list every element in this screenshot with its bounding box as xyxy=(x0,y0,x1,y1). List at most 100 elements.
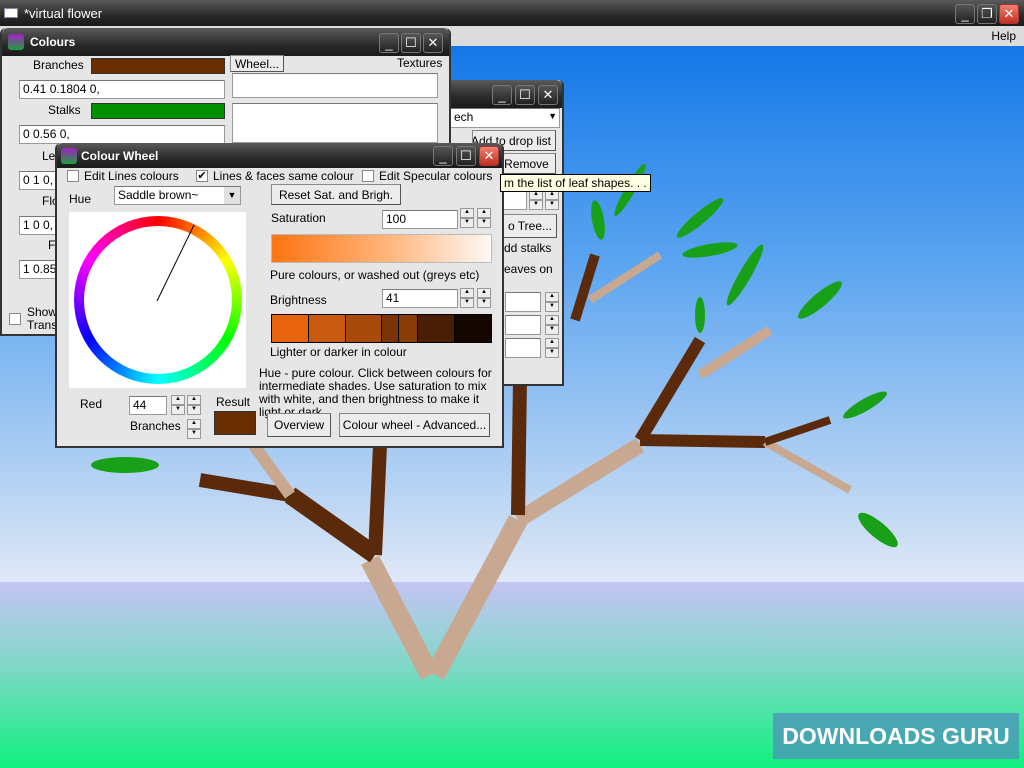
edit-specular-label: Edit Specular colours xyxy=(379,169,493,183)
main-close-button[interactable]: ✕ xyxy=(999,4,1019,24)
brightness-swatch[interactable] xyxy=(455,315,491,342)
branch xyxy=(511,379,527,516)
edit-lines-checkbox[interactable] xyxy=(67,170,79,182)
branches-value-field[interactable]: 0.41 0.1804 0, xyxy=(19,80,225,99)
app-icon xyxy=(4,8,18,18)
colour-wheel-advanced-button[interactable]: Colour wheel - Advanced... xyxy=(339,413,490,437)
leaf xyxy=(858,512,898,548)
tree-button[interactable]: o Tree... xyxy=(503,214,557,238)
branch xyxy=(587,251,663,304)
leaf-spin-4[interactable]: ▲ ▼ xyxy=(545,315,559,335)
chevron-down-icon: ▼ xyxy=(224,187,240,204)
wheel-maximize-button[interactable]: ☐ xyxy=(456,146,476,166)
stalks-value-field[interactable]: 0 0.56 0, xyxy=(19,125,225,144)
leaf xyxy=(676,198,724,238)
show-transparent-checkbox[interactable] xyxy=(9,313,21,325)
branch xyxy=(570,253,600,322)
edit-specular-checkbox[interactable] xyxy=(362,170,374,182)
textures-label: Textures xyxy=(397,56,443,70)
brightness-swatch[interactable] xyxy=(345,315,382,342)
overview-button[interactable]: Overview xyxy=(267,413,331,437)
brightness-swatch[interactable] xyxy=(308,315,345,342)
result-label: Result xyxy=(216,395,251,409)
leaf-field-1[interactable] xyxy=(503,190,527,210)
brightness-spin-2[interactable]: ▲ ▼ xyxy=(477,288,491,308)
leaf xyxy=(695,297,705,333)
leaf-field-4[interactable] xyxy=(505,338,541,358)
leaf-shape-dropdown[interactable]: ech ▼ xyxy=(450,108,560,128)
menu-help[interactable]: Help xyxy=(991,29,1016,43)
saturation-spin-1[interactable]: ▲ ▼ xyxy=(460,208,474,228)
main-minimize-button[interactable]: _ xyxy=(955,4,975,24)
brightness-spin-1[interactable]: ▲ ▼ xyxy=(460,288,474,308)
stalks-label: Stalks xyxy=(48,103,81,117)
help-text: Hue - pure colour. Click between colours… xyxy=(259,366,492,419)
wheel-minimize-button[interactable]: _ xyxy=(433,146,453,166)
branch xyxy=(284,487,381,563)
leaves-label: Le xyxy=(42,149,56,163)
branches-swatch[interactable] xyxy=(91,58,225,74)
hue-wheel[interactable] xyxy=(69,212,246,388)
saturation-field[interactable]: 100 xyxy=(382,210,458,229)
leaf-spin-1[interactable]: ▲ ▼ xyxy=(529,190,543,210)
trunk-right xyxy=(426,515,527,680)
wheel-title: Colour Wheel xyxy=(81,148,159,163)
app-title: *virtual flower xyxy=(24,5,103,21)
branch xyxy=(639,434,766,448)
main-restore-button[interactable]: ❐ xyxy=(977,4,997,24)
result-swatch xyxy=(214,411,256,435)
colours-maximize-button[interactable]: ☐ xyxy=(401,33,421,53)
leaves-on-label: eaves on xyxy=(504,262,553,276)
wheel-close-button[interactable]: ✕ xyxy=(479,146,499,166)
brightness-swatch[interactable] xyxy=(418,315,455,342)
brightness-swatch[interactable] xyxy=(272,315,308,342)
branches-spin[interactable]: ▲ ▼ xyxy=(187,419,201,439)
same-colour-checkbox[interactable]: ✔ xyxy=(196,170,208,182)
leaf-close-button[interactable]: ✕ xyxy=(538,85,558,105)
flower-app-icon xyxy=(61,147,77,164)
red-label: Red xyxy=(80,397,103,411)
leaf-minimize-button[interactable]: _ xyxy=(492,85,512,105)
edit-lines-label: Edit Lines colours xyxy=(84,169,179,183)
reset-sat-bright-button[interactable]: Reset Sat. and Brigh. xyxy=(271,184,401,205)
brightness-swatch[interactable] xyxy=(399,315,418,342)
show-label: Show xyxy=(27,305,58,319)
brightness-field[interactable]: 41 xyxy=(382,289,458,308)
trans-label: Trans xyxy=(27,318,58,332)
leaf-spin-2[interactable]: ▲ ▼ xyxy=(545,190,559,210)
saturation-label: Saturation xyxy=(271,211,326,225)
leaf-maximize-button[interactable]: ☐ xyxy=(515,85,535,105)
branch xyxy=(634,336,706,444)
brightness-swatch[interactable] xyxy=(382,315,399,342)
brightness-swatches[interactable] xyxy=(271,314,492,343)
branch xyxy=(513,438,645,527)
stalks-swatch[interactable] xyxy=(91,103,225,119)
leaf-spin-5[interactable]: ▲ ▼ xyxy=(545,338,559,358)
colours-minimize-button[interactable]: _ xyxy=(379,33,399,53)
saturation-spin-2[interactable]: ▲ ▼ xyxy=(477,208,491,228)
leaf xyxy=(591,200,605,240)
leaf xyxy=(726,244,764,306)
texture-field-1[interactable] xyxy=(232,73,438,98)
hue-indicator xyxy=(156,224,195,302)
colours-title: Colours xyxy=(30,35,76,49)
remove-button[interactable]: Remove xyxy=(497,153,556,174)
saturation-gradient[interactable] xyxy=(271,234,492,263)
hue-label: Hue xyxy=(69,192,92,206)
hue-dropdown[interactable]: Saddle brown~ ▼ xyxy=(114,186,241,205)
colours-close-button[interactable]: ✕ xyxy=(423,33,443,53)
main-title-bar: *virtual flower xyxy=(0,0,1024,26)
leaf-field-3[interactable] xyxy=(505,315,541,335)
red-spin-1[interactable]: ▲ ▼ xyxy=(171,395,185,415)
texture-field-2[interactable] xyxy=(232,103,438,143)
red-spin-2[interactable]: ▲ ▼ xyxy=(187,395,201,415)
watermark-logo: DOWNLOADS GURU xyxy=(773,713,1019,759)
leaf-field-2[interactable] xyxy=(505,292,541,312)
brightness-label: Brightness xyxy=(270,293,327,307)
red-field[interactable]: 44 xyxy=(129,396,167,415)
leaf-spin-3[interactable]: ▲ ▼ xyxy=(545,292,559,312)
branches-target-label: Branches xyxy=(130,419,181,433)
wheel-button[interactable]: Wheel... xyxy=(230,55,284,72)
leaf xyxy=(843,391,887,419)
leaf xyxy=(91,457,159,473)
